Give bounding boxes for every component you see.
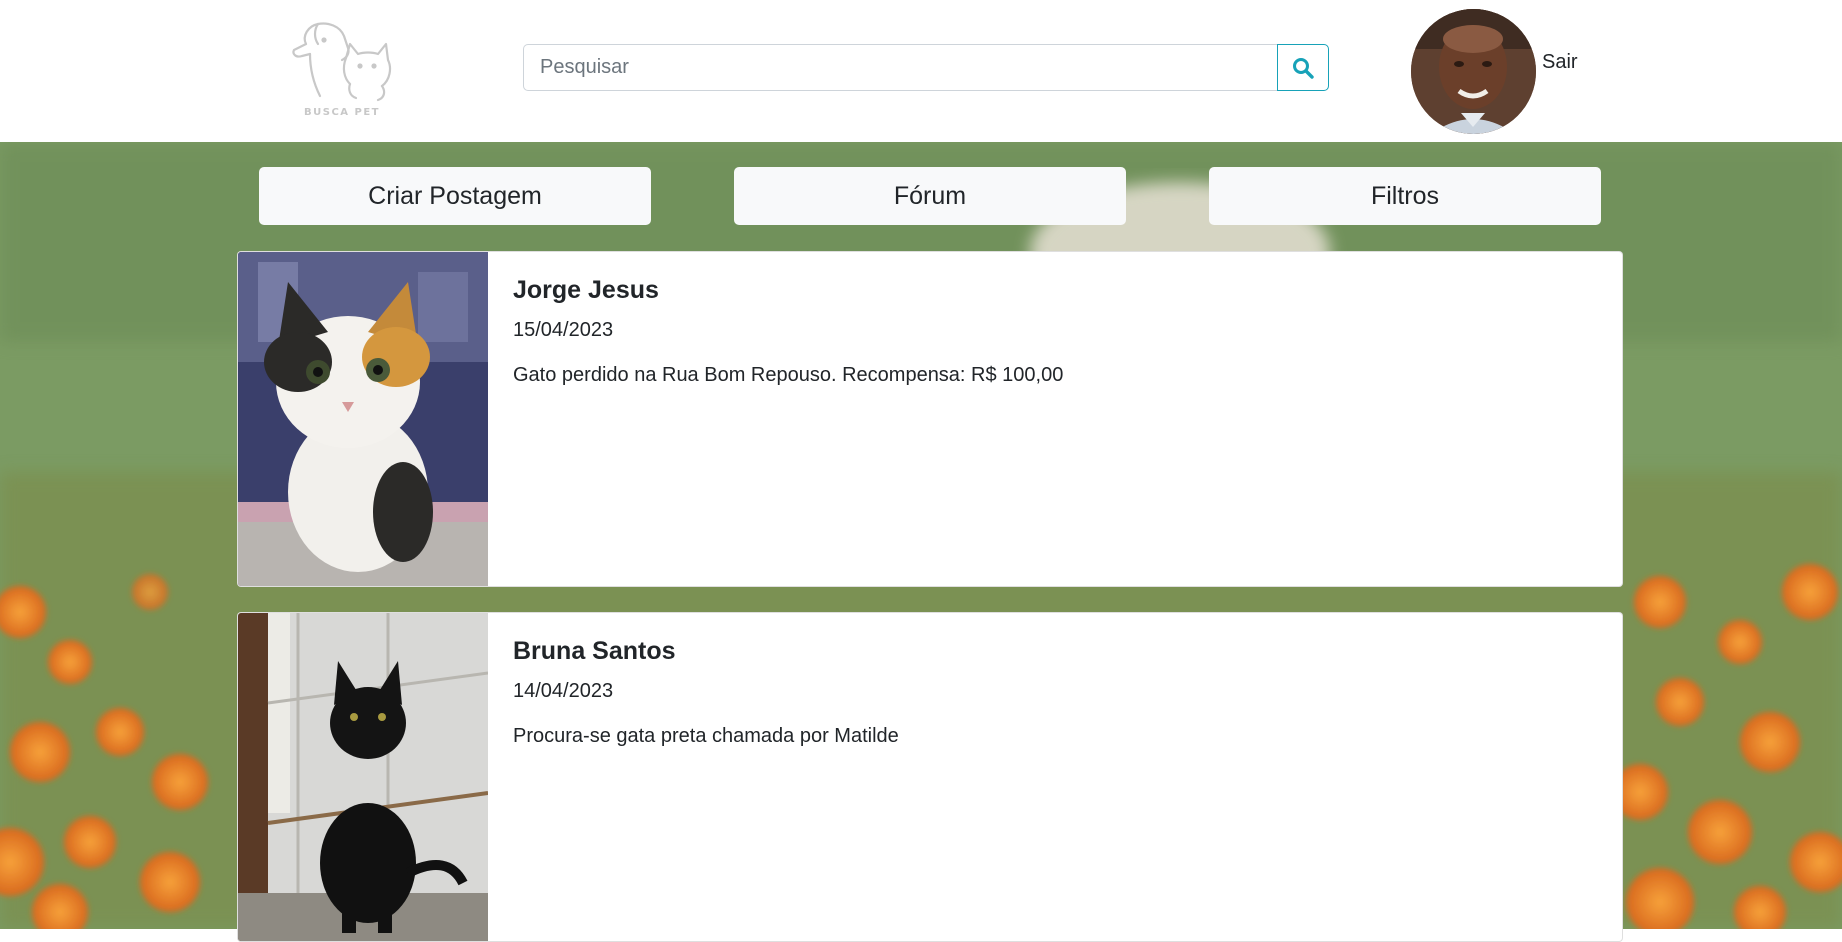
black-cat-photo	[238, 613, 488, 941]
post-author: Jorge Jesus	[513, 276, 659, 304]
search-icon	[1293, 57, 1314, 79]
user-avatar-image	[1411, 9, 1536, 134]
calico-cat-photo	[238, 252, 488, 586]
post-image	[238, 252, 488, 586]
create-post-button[interactable]: Criar Postagem	[259, 167, 651, 225]
top-header: BUSCA PET Sair	[0, 0, 1842, 142]
post-text: Gato perdido na Rua Bom Repouso. Recompe…	[513, 364, 1064, 386]
post-date: 14/04/2023	[513, 680, 614, 702]
logo-text: BUSCA PET	[304, 107, 380, 118]
post-author: Bruna Santos	[513, 637, 676, 665]
search-input[interactable]	[523, 44, 1277, 91]
busca-pet-logo[interactable]: BUSCA PET	[288, 14, 396, 118]
forum-button[interactable]: Fórum	[734, 167, 1126, 225]
post-text: Procura-se gata preta chamada por Matild…	[513, 725, 899, 747]
post-image	[238, 613, 488, 941]
filters-button[interactable]: Filtros	[1209, 167, 1601, 225]
post-card[interactable]: Bruna Santos 14/04/2023 Procura-se gata …	[237, 612, 1623, 942]
post-body: Bruna Santos 14/04/2023 Procura-se gata …	[513, 637, 1602, 748]
post-body: Jorge Jesus 15/04/2023 Gato perdido na R…	[513, 276, 1602, 387]
post-date: 15/04/2023	[513, 319, 614, 341]
dog-cat-logo-icon	[292, 22, 392, 102]
user-avatar[interactable]	[1411, 9, 1536, 134]
search-button[interactable]	[1277, 44, 1329, 91]
logout-link[interactable]: Sair	[1542, 51, 1578, 74]
search-bar	[523, 44, 1329, 91]
post-card[interactable]: Jorge Jesus 15/04/2023 Gato perdido na R…	[237, 251, 1623, 587]
